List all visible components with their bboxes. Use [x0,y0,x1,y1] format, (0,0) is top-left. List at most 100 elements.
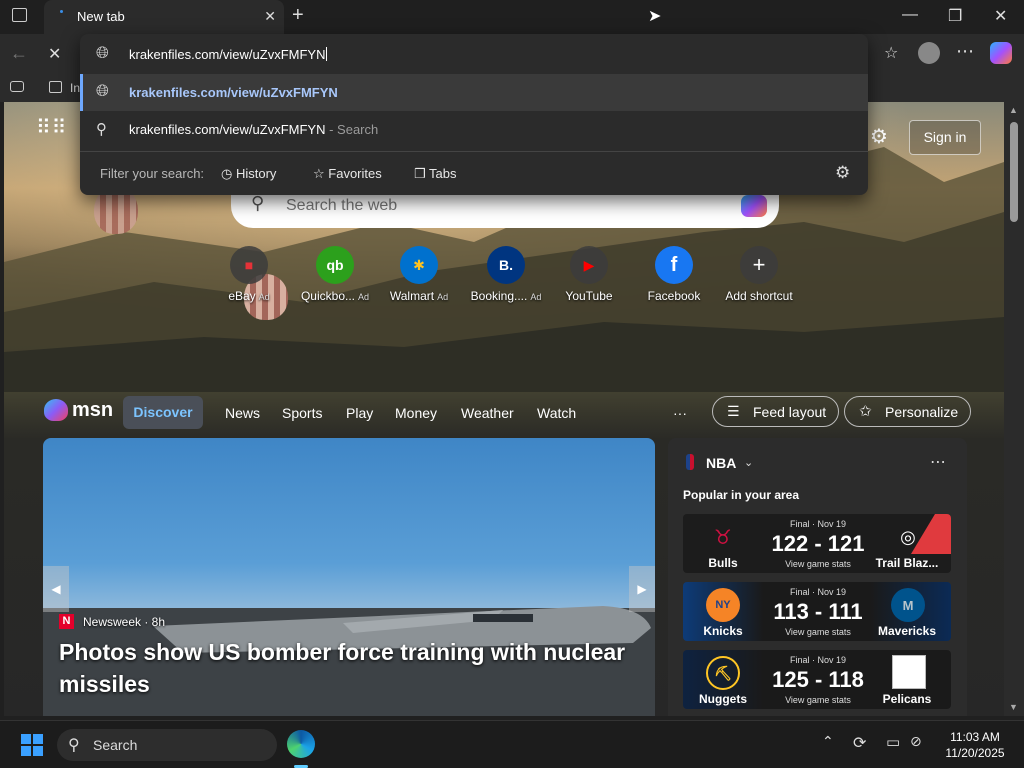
mouse-cursor-icon: ➤ [648,8,662,25]
search-icon: ⚲ [68,737,80,754]
favorites-folder-icon[interactable] [49,81,62,93]
shortcut-facebook[interactable]: f Facebook [634,246,714,303]
chevron-down-icon[interactable]: ⌄ [744,456,753,469]
tab-play[interactable]: Play [346,405,373,421]
dropdown-settings-icon[interactable]: ⚙ [835,163,850,183]
personalize-button[interactable]: ✩ Personalize [844,396,972,427]
nba-title[interactable]: NBA [706,455,736,471]
favorites-star-icon[interactable]: ☆ [884,43,898,63]
game-card-nuggets-pelicans[interactable]: ⛏ Nuggets Final · Nov 19 125 - 118 View … [683,650,951,709]
nba-widget: NBA ⌄ ⋯ Popular in your area ♉ Bulls Fin… [668,438,967,716]
filter-favorites[interactable]: ☆ Favorites [313,166,382,182]
carousel-prev-icon[interactable]: ◀ [43,566,69,612]
page-scrollbar[interactable]: ▲ ▼ [1004,102,1024,716]
nba-more-icon[interactable]: ⋯ [930,452,946,472]
suggestion-search[interactable]: ⚲ krakenfiles.com/view/uZvxFMFYN - Searc… [80,111,868,148]
scroll-down-icon[interactable]: ▼ [1009,702,1018,712]
sign-in-button[interactable]: Sign in [909,120,981,155]
shortcut-booking[interactable]: B. Booking.... Ad [466,246,546,303]
minimize-icon[interactable]: — [902,6,918,24]
history-icon: ◷ [221,166,233,181]
filter-tabs[interactable]: ❒ Tabs [414,166,457,182]
nba-logo-icon [686,454,694,470]
home-team: Bulls [708,556,738,570]
feature-story-card[interactable]: N Newsweek · 8h Photos show US bomber fo… [43,438,655,716]
clock-time: 11:03 AM [950,730,1000,744]
stop-loading-icon[interactable]: ✕ [48,44,61,64]
away-team: Mavericks [877,624,937,638]
game-status: Final · Nov 19 [789,655,847,665]
address-input[interactable]: krakenfiles.com/view/uZvxFMFYN [129,47,325,62]
more-menu-icon[interactable]: ⋯ [956,41,974,62]
suggestion-search-suffix: - Search [329,122,379,137]
favorites-item-label[interactable]: In [70,81,80,95]
view-stats-link[interactable]: View game stats [763,695,873,705]
filter-row: Filter your search: ◷ History ☆ Favorite… [80,151,868,195]
favorites-item-icon[interactable] [10,81,24,92]
shortcut-add[interactable]: + Add shortcut [719,246,799,303]
away-team: Pelicans [882,692,932,706]
tab-money[interactable]: Money [395,405,437,421]
sync-icon[interactable]: ⟳ [853,733,866,753]
pelicans-logo-placeholder [892,655,926,689]
tab-news[interactable]: News [225,405,260,421]
carousel-next-icon[interactable]: ▶ [629,566,655,612]
game-card-knicks-mavericks[interactable]: NY Knicks Final · Nov 19 113 - 111 View … [683,582,951,641]
system-clock[interactable]: 11:03 AM 11/20/2025 [936,729,1014,761]
address-bar[interactable]: 🌐︎ krakenfiles.com/view/uZvxFMFYN [80,34,868,74]
apps-launcher-icon[interactable]: ⠿⠿ [36,118,67,138]
star-icon: ☆ [313,166,325,181]
search-icon: ⚲ [251,193,265,213]
shortcut-walmart[interactable]: ✱ Walmart Ad [379,246,459,303]
taskbar: ⚲ Search ⌃ ⟳ ▭ ⊘ 11:03 AM 11/20/2025 [0,720,1024,768]
tab-watch[interactable]: Watch [537,405,576,421]
back-icon[interactable]: ← [10,43,28,64]
shortcut-ebay[interactable]: ■ eBay Ad [209,246,289,303]
bulls-logo-icon: ♉ [714,526,732,549]
tray-chevron-icon[interactable]: ⌃ [822,733,834,750]
more-tabs-icon[interactable]: ··· [673,405,687,421]
tab-discover[interactable]: Discover [123,396,203,429]
view-stats-link[interactable]: View game stats [763,559,873,569]
title-bar: New tab ✕ + — ❐ ✕ ➤ [0,0,1024,34]
tab-loading-icon [60,10,63,13]
tab-new-tab[interactable]: New tab ✕ [44,0,284,34]
suggestion-url-text: krakenfiles.com/view/uZvxFMFYN [129,85,338,100]
page-settings-icon[interactable]: ⚙ [870,124,888,149]
game-card-bulls-blazers[interactable]: ♉ Bulls Final · Nov 19 122 - 121 View ga… [683,514,951,573]
taskbar-search[interactable]: ⚲ Search [57,729,277,761]
tab-weather[interactable]: Weather [461,405,514,421]
new-tab-icon[interactable]: + [292,4,304,27]
game-score: 122 - 121 [771,531,865,556]
tab-actions-icon[interactable] [12,8,27,22]
story-source: Newsweek · 8h [83,615,166,629]
windows-start-icon[interactable] [21,734,43,756]
tab-title: New tab [77,9,125,24]
feed-layout-button[interactable]: ☰ Feed layout [712,396,840,427]
game-status: Final · Nov 19 [789,587,847,597]
copilot-search-icon[interactable] [741,195,767,217]
tab-close-icon[interactable]: ✕ [264,8,276,25]
shortcut-youtube[interactable]: ▶ YouTube [549,246,629,303]
copilot-icon[interactable] [990,42,1012,64]
view-stats-link[interactable]: View game stats [763,627,873,637]
network-icon[interactable]: ⊘ [910,733,922,750]
close-window-icon[interactable]: ✕ [994,6,1007,26]
text-caret [326,47,328,61]
story-headline[interactable]: Photos show US bomber force training wit… [59,636,649,700]
profile-avatar[interactable] [918,42,940,64]
blazers-logo-icon: ◎ [900,526,916,547]
monitor-icon[interactable]: ▭ [886,733,900,751]
tab-sports[interactable]: Sports [282,405,322,421]
edge-taskbar-icon[interactable] [287,730,315,758]
search-icon: ⚲ [96,121,107,138]
scroll-up-icon[interactable]: ▲ [1009,105,1018,115]
suggestion-url[interactable]: 🌐︎ krakenfiles.com/view/uZvxFMFYN [80,74,868,111]
maximize-icon[interactable]: ❐ [948,6,962,26]
scroll-thumb[interactable] [1010,122,1018,222]
shortcut-quickbooks[interactable]: qb Quickbo... Ad [295,246,375,303]
globe-icon: 🌐︎ [96,45,109,62]
game-status: Final · Nov 19 [789,519,847,529]
filter-history[interactable]: ◷ History [221,166,276,182]
msn-brand[interactable]: msn [72,399,113,422]
